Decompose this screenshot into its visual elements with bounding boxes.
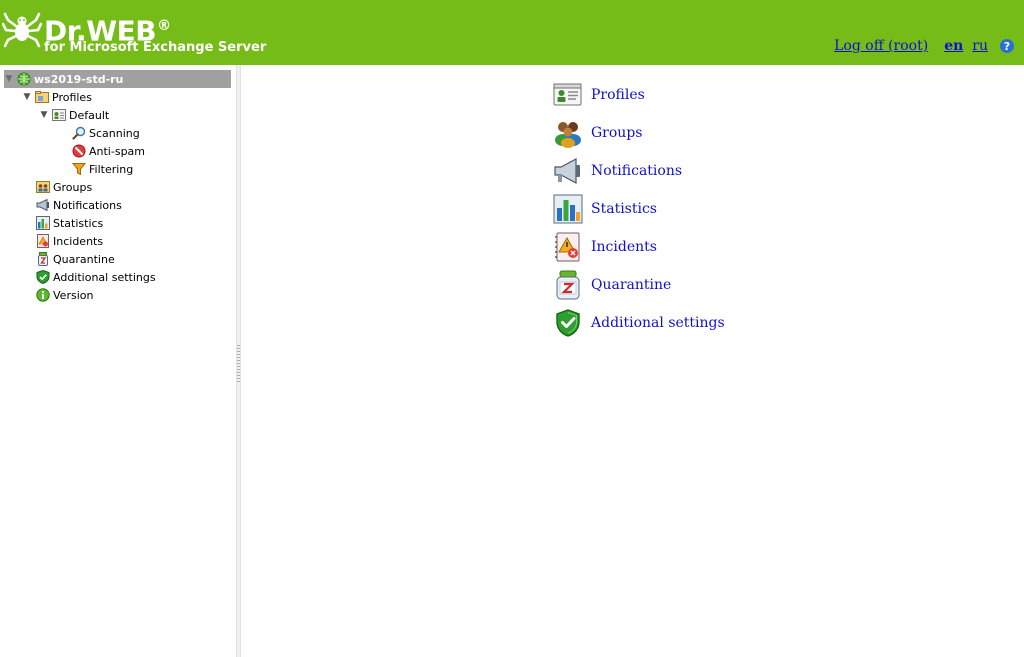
bar-chart-icon — [553, 194, 583, 224]
main-link-label: Incidents — [591, 239, 657, 255]
panel-splitter[interactable] — [236, 65, 241, 657]
help-icon[interactable]: ? — [1000, 39, 1014, 53]
app-header: Dr.WEB® for Microsoft Exchange Server Lo… — [0, 0, 1024, 65]
bar-chart-icon — [36, 216, 50, 230]
collapse-arrow-icon[interactable]: ▼ — [4, 74, 14, 84]
tree-item-version[interactable]: Version — [36, 286, 93, 304]
tree-item-label: Anti-spam — [89, 144, 146, 158]
megaphone-icon — [553, 156, 583, 186]
tree-item-incidents[interactable]: Incidents — [36, 232, 103, 250]
tree-item-server[interactable]: ▼ ws2019-std-ru — [4, 70, 231, 88]
main-link-label: Statistics — [591, 201, 657, 217]
folder-icon — [35, 90, 49, 104]
main-link-groups[interactable]: Groups — [553, 118, 642, 148]
main-link-label: Profiles — [591, 87, 645, 103]
tree-item-default[interactable]: ▼ Default — [39, 106, 110, 124]
main-link-label: Groups — [591, 125, 643, 141]
tree-item-quarantine[interactable]: Quarantine — [36, 250, 115, 268]
collapse-arrow-icon[interactable]: ▼ — [39, 110, 49, 120]
logoff-link[interactable]: Log off (root) — [834, 38, 928, 54]
magnifier-icon — [72, 126, 86, 140]
drweb-logo: Dr.WEB® for Microsoft Exchange Server — [2, 8, 266, 58]
tree-item-groups[interactable]: Groups — [36, 178, 92, 196]
tree-item-label: Incidents — [53, 234, 104, 248]
main-link-label: Additional settings — [591, 315, 725, 331]
tree-item-label: Additional settings — [53, 270, 156, 284]
server-globe-icon — [17, 72, 31, 86]
tree-item-label: ws2019-std-ru — [34, 72, 124, 86]
medicine-jar-icon — [36, 252, 50, 266]
main-link-statistics[interactable]: Statistics — [553, 194, 657, 224]
tree-item-statistics[interactable]: Statistics — [36, 214, 103, 232]
users-icon — [36, 180, 50, 194]
funnel-icon — [72, 162, 86, 176]
tree-item-scanning[interactable]: Scanning — [72, 124, 140, 142]
collapse-arrow-icon[interactable]: ▼ — [22, 92, 32, 102]
shield-check-icon — [553, 308, 583, 338]
main-link-incidents[interactable]: Incidents — [553, 232, 657, 262]
tree-item-label: Filtering — [89, 162, 134, 176]
main-link-label: Quarantine — [591, 277, 672, 293]
tree-item-profiles[interactable]: ▼ Profiles — [22, 88, 92, 106]
profile-card-icon — [553, 80, 583, 110]
main-link-additional-settings[interactable]: Additional settings — [553, 308, 725, 338]
main-link-notifications[interactable]: Notifications — [553, 156, 682, 186]
tree-item-label: Profiles — [52, 90, 92, 104]
splitter-grip[interactable] — [237, 345, 240, 383]
medicine-jar-icon — [553, 270, 583, 300]
no-entry-icon — [72, 144, 86, 158]
lang-ru-link[interactable]: ru — [972, 38, 988, 54]
brand-subtitle: for Microsoft Exchange Server — [44, 40, 267, 55]
profile-card-icon — [52, 108, 66, 122]
users-icon — [553, 118, 583, 148]
main-link-profiles[interactable]: Profiles — [553, 80, 645, 110]
tree-item-filtering[interactable]: Filtering — [72, 160, 133, 178]
spider-logo-icon — [2, 12, 42, 48]
tree-item-antispam[interactable]: Anti-spam — [72, 142, 145, 160]
warning-notebook-icon — [553, 232, 583, 262]
tree-item-label: Groups — [53, 180, 93, 194]
warning-notebook-icon — [36, 234, 50, 248]
tree-item-additional-settings[interactable]: Additional settings — [36, 268, 156, 286]
tree-item-label: Scanning — [89, 126, 140, 140]
tree-item-label: Version — [53, 288, 94, 302]
navigation-tree: ▼ ws2019-std-ru ▼ Profiles ▼ Default Sca… — [0, 65, 236, 657]
tree-item-label: Default — [69, 108, 110, 122]
tree-item-label: Quarantine — [53, 252, 115, 266]
info-icon — [36, 288, 50, 302]
main-link-quarantine[interactable]: Quarantine — [553, 270, 671, 300]
tree-item-label: Notifications — [53, 198, 122, 212]
tree-item-notifications[interactable]: Notifications — [36, 196, 122, 214]
lang-en-link[interactable]: en — [944, 38, 963, 54]
megaphone-icon — [36, 198, 50, 212]
main-link-label: Notifications — [591, 163, 683, 179]
tree-item-label: Statistics — [53, 216, 104, 230]
top-links: Log off (root) en ru ? — [834, 36, 1014, 56]
shield-check-icon — [36, 270, 50, 284]
